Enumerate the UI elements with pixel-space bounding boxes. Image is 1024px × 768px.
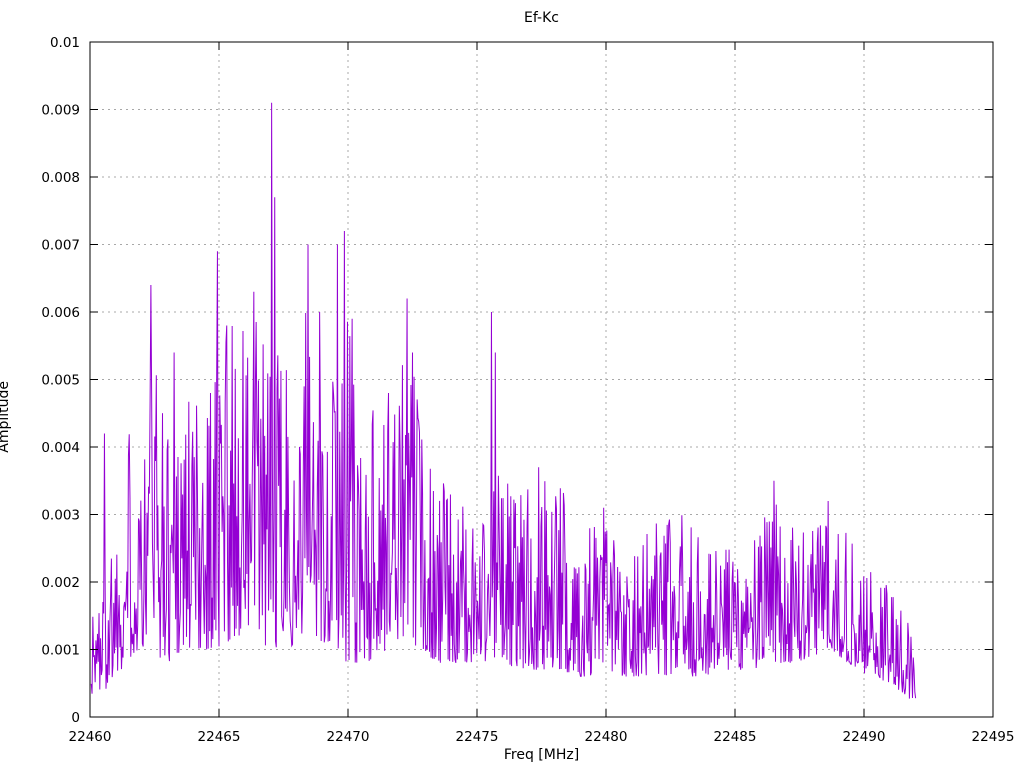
x-tick-label: 22470: [327, 729, 370, 745]
y-tick-label: 0: [71, 710, 80, 726]
y-tick-label: 0.002: [41, 575, 80, 591]
y-tick-label: 0.001: [41, 643, 80, 659]
y-tick-label: 0.004: [41, 440, 80, 456]
series-line-Ef-Kc: [91, 103, 915, 699]
y-tick-label: 0.007: [41, 238, 80, 254]
y-tick-label: 0.005: [41, 373, 80, 389]
y-axis-label-text: Amplitude: [0, 381, 12, 453]
x-tick-label: 22475: [456, 729, 499, 745]
x-tick-label: 22495: [972, 729, 1015, 745]
x-tick-label: 22485: [714, 729, 757, 745]
y-tick-label: 0.008: [41, 170, 80, 186]
y-tick-label: 0.003: [41, 508, 80, 524]
y-tick-label: 0.006: [41, 305, 80, 321]
x-tick-label: 22465: [198, 729, 241, 745]
y-tick-label: 0.01: [50, 35, 80, 51]
chart-title: Ef-Kc: [90, 10, 993, 26]
x-tick-label: 22460: [69, 729, 112, 745]
x-axis-label: Freq [MHz]: [90, 747, 993, 763]
x-tick-label: 22480: [585, 729, 628, 745]
y-tick-label: 0.009: [41, 103, 80, 119]
chart-container: 22460 22465 22470 22475 22480 22485 22490 22495…: [0, 0, 1024, 768]
x-tick-label: 22490: [843, 729, 886, 745]
spectrum-plot: 22460 22465 22470 22475 22480 22485 22490 22495…: [0, 0, 1024, 768]
